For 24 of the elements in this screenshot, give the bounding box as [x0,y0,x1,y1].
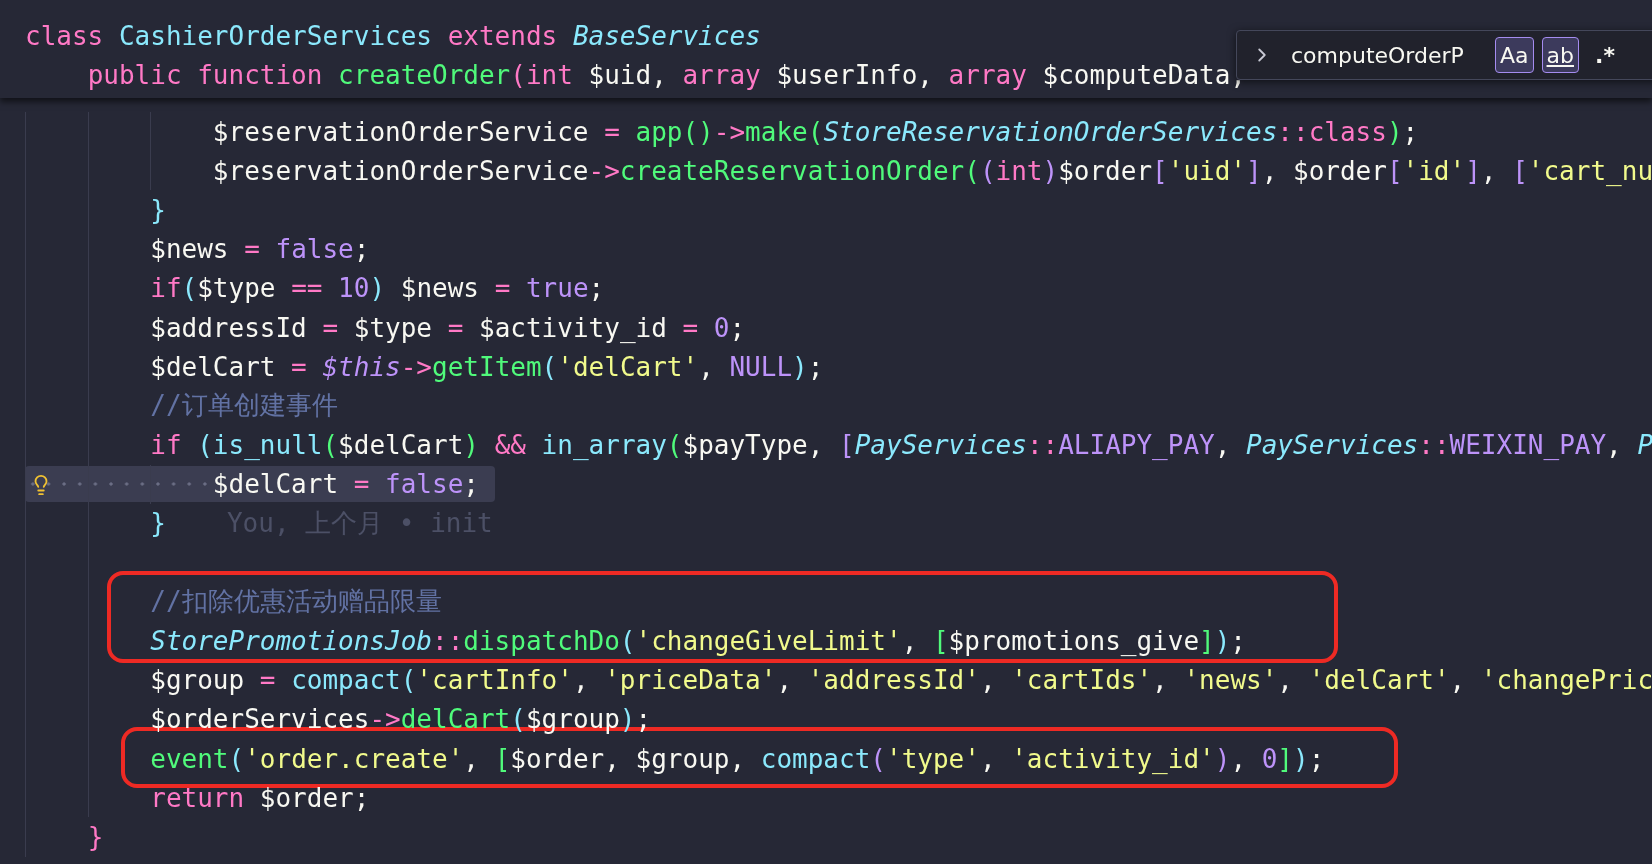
code-line: StorePromotionsJob::dispatchDo('changeGiveLimit', [$promotions_give]); [150,626,1246,657]
code-line: class CashierOrderServices extends BaseServices [25,20,761,51]
code-line: $group = compact('cartInfo', 'priceData', 'addressId', 'cartIds', 'news', 'delCart', 'changePric [150,665,1652,696]
code-line: event('order.create', [$order, $group, compact('type', 'activity_id'), 0]); [150,743,1325,774]
search-option-toggle[interactable]: .* [1587,37,1623,73]
code-line: return $order; [150,782,370,813]
code-line: $news = false; [150,234,370,265]
search-option-toggle[interactable]: ab [1541,37,1579,73]
code-line: $addressId = $type = $activity_id = 0; [150,312,746,343]
code-line: public function createOrder(int $uid, array $userInfo, array $computeData, [87,59,1247,90]
code-line: $delCart = $this->getItem('delCart', NULL); [150,351,824,382]
code-line: } [150,508,166,539]
search-option-toggle[interactable]: Aa [1495,37,1534,73]
code-line: if (is_null($delCart) && in_array($payType, [PayServices::ALIAPY_PAY, PayServices::WEIXIN_PAY, P [150,430,1652,461]
code-line: //扣除优惠活动赠品限量 [150,585,442,619]
code-line: //订单创建事件 [150,389,338,423]
code-line: $delCart = false; [212,469,479,500]
search-field[interactable]: computeOrderP [1291,42,1487,68]
code-line: $orderServices->delCart($group); [150,704,652,735]
code-line: $reservationOrderService = app()->make(StoreReservationOrderServices::class); [212,116,1419,147]
code-line: } [87,821,104,852]
code-line: $reservationOrderService->createReservationOrder((int)$order['uid'], $order['id'], ['cart_nu [212,155,1652,186]
code-line: if($type == 10) $news = true; [150,273,605,304]
code-line: } [150,194,166,225]
